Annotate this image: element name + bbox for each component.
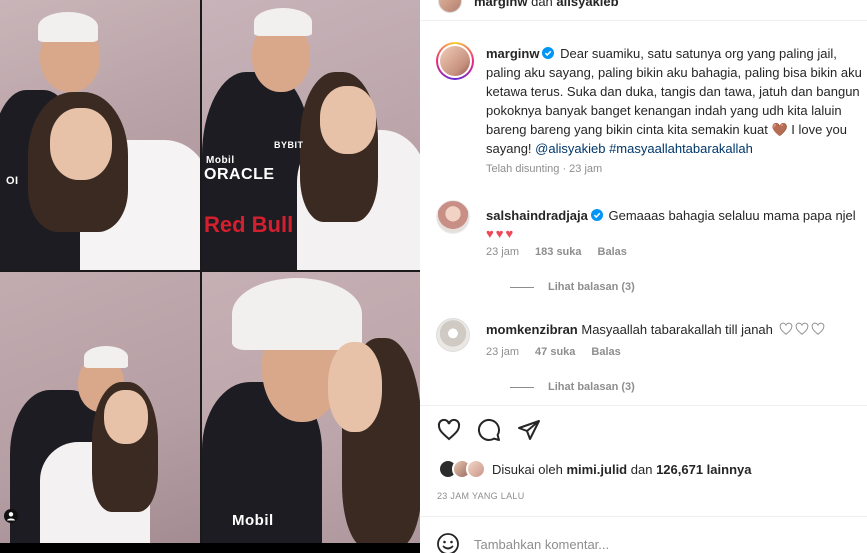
post-time-ago[interactable]: 23 JAM YANG LALU [437, 491, 525, 501]
caption-line-5: bareng bareng yang bikin cinta kita sema… [486, 122, 768, 137]
comment-avatar[interactable] [436, 200, 470, 234]
caption-line-6: I love you [791, 122, 847, 137]
post-actions [437, 418, 541, 442]
post-media[interactable]: OI Mobil ORACLE Red Bull BYBIT Mobil [0, 0, 420, 553]
outline-heart-icon [811, 322, 824, 335]
photo-top-left: OI [0, 0, 200, 270]
add-comment-bar [436, 532, 774, 553]
author-avatar[interactable] [438, 0, 462, 13]
verified-badge-icon [542, 47, 555, 59]
media-bottom-strip [0, 543, 420, 553]
caption-edited-time: Telah disunting · 23 jam [486, 163, 603, 175]
comment-username[interactable]: salshaindradjaja [486, 208, 588, 223]
comment-likes[interactable]: 47 suka [535, 346, 575, 358]
caption-hashtag[interactable]: #masyaallahtabarakallah [609, 141, 753, 156]
header-names: marginw dan alisyakieb [474, 0, 619, 9]
likes-user[interactable]: mimi.julid [566, 462, 627, 477]
comment-body: momkenzibran Masyaallah tabarakallah til… [486, 320, 825, 339]
caption-avatar[interactable] [436, 42, 474, 80]
replies-line [510, 286, 534, 288]
comment-reply-button[interactable]: Balas [591, 346, 620, 358]
likes-summary: Disukai oleh mimi.julid dan 126,671 lain… [492, 462, 751, 477]
view-replies-button[interactable]: Lihat balasan (3) [510, 281, 635, 293]
share-send-icon[interactable] [517, 418, 541, 442]
photo-bottom-right: Mobil [202, 272, 420, 543]
likes-prefix: Disukai oleh [492, 461, 563, 477]
likes-count[interactable]: 126,671 lainnya [656, 462, 751, 477]
photo-top-right: Mobil ORACLE Red Bull BYBIT [202, 0, 420, 270]
caption-heart-emoji: 🤎 [771, 122, 788, 137]
photo-text-mobil: Mobil [206, 155, 235, 166]
caption-line-4: pokoknya banyak banget kenangan indah ya… [486, 103, 842, 118]
view-replies-label: Lihat balasan (3) [548, 381, 635, 393]
like-heart-icon[interactable] [437, 418, 461, 442]
likes-joiner: dan [630, 461, 653, 477]
comment-meta: 23 jam 183 suka Balas [486, 246, 627, 258]
caption-line-2: paling aku sayang, paling bikin aku baha… [486, 65, 862, 80]
comment-meta: 23 jam 47 suka Balas [486, 346, 621, 358]
post-header: marginw dan alisyakieb [438, 0, 619, 14]
header-author[interactable]: marginw [474, 0, 527, 9]
outline-heart-icon [795, 322, 808, 335]
caption-username[interactable]: marginw [486, 46, 539, 61]
comment-body: salshaindradjaja Gemaaas bahagia selaluu… [486, 206, 856, 225]
photo-text-bybit: BYBIT [274, 140, 304, 150]
photo-bottom-left [0, 272, 200, 543]
post-panel: marginw dan alisyakieb marginw Dear suam… [420, 0, 867, 553]
verified-badge-icon [590, 209, 603, 221]
header-divider [420, 20, 867, 21]
comment-username[interactable]: momkenzibran [486, 322, 578, 337]
comment-reply-button[interactable]: Balas [598, 246, 627, 258]
add-comment-input[interactable] [474, 536, 774, 552]
view-replies-button[interactable]: Lihat balasan (3) [510, 381, 635, 393]
liked-by: Disukai oleh mimi.julid dan 126,671 lain… [438, 459, 751, 479]
emoji-icon[interactable] [436, 532, 460, 553]
user-tag-icon[interactable] [4, 509, 18, 523]
header-joiner: dan [531, 0, 553, 9]
comment-text: Masyaallah tabarakallah till janah [581, 322, 773, 337]
caption-line-3: ketawa terus. Suka dan duka, tangis dan … [486, 84, 860, 99]
view-replies-label: Lihat balasan (3) [548, 281, 635, 293]
comment-avatar[interactable] [436, 318, 470, 352]
header-collaborator[interactable]: alisyakieb [556, 0, 618, 9]
comment-box-divider [420, 516, 867, 517]
comment-bubble-icon[interactable] [477, 418, 501, 442]
replies-line [510, 386, 534, 388]
outline-heart-icon [779, 322, 792, 335]
actions-divider [420, 405, 867, 406]
liker-avatar[interactable] [466, 459, 486, 479]
comment-time[interactable]: 23 jam [486, 246, 519, 258]
comment-time[interactable]: 23 jam [486, 346, 519, 358]
comment-likes[interactable]: 183 suka [535, 246, 581, 258]
caption-line-7: sayang! [486, 141, 532, 156]
caption-text: marginw Dear suamiku, satu satunya org y… [486, 44, 867, 158]
photo-text-oracle: ORACLE [204, 166, 275, 183]
photo-text-redbull: Red Bull [204, 212, 294, 237]
comment-text: Gemaaas bahagia selaluu mama papa njel [608, 208, 856, 223]
caption-mention[interactable]: @alisyakieb [535, 141, 605, 156]
comment-hearts-emoji: ♥♥♥ [486, 226, 516, 241]
caption-line-1: Dear suamiku, satu satunya org yang pali… [560, 46, 837, 61]
